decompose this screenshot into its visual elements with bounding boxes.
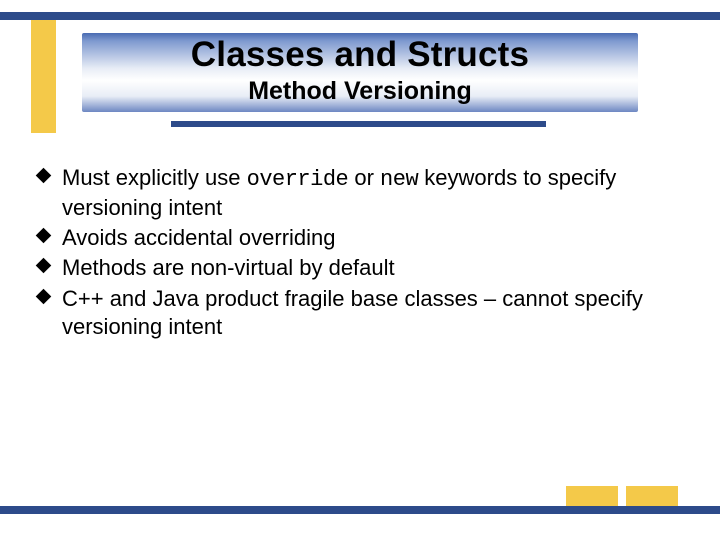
code-keyword-new: new	[380, 167, 418, 192]
diamond-icon	[36, 288, 52, 304]
bullet-text: C++ and Java product fragile base classe…	[62, 286, 643, 339]
slide-subtitle: Method Versioning	[82, 77, 638, 106]
diamond-icon	[36, 168, 52, 184]
diamond-icon	[36, 258, 52, 274]
code-keyword-override: override	[247, 167, 349, 192]
bullet-list: Must explicitly use override or new keyw…	[36, 164, 676, 343]
diamond-icon	[36, 228, 52, 244]
bottom-gold-block-2	[626, 486, 678, 506]
slide: Classes and Structs Method Versioning Mu…	[0, 0, 720, 540]
top-navy-bar	[0, 12, 720, 20]
bullet-text-mid: or	[348, 165, 380, 190]
bottom-navy-bar	[0, 506, 720, 514]
header-band: Classes and Structs Method Versioning	[82, 33, 638, 112]
bullet-item: C++ and Java product fragile base classe…	[36, 285, 676, 341]
slide-title: Classes and Structs	[82, 35, 638, 75]
bullet-text-pre: Must explicitly use	[62, 165, 247, 190]
bullet-text: Methods are non-virtual by default	[62, 255, 395, 280]
header-underline	[171, 121, 546, 127]
bottom-gold-block-1	[566, 486, 618, 506]
bullet-item: Methods are non-virtual by default	[36, 254, 676, 282]
bullet-item: Must explicitly use override or new keyw…	[36, 164, 676, 222]
bullet-item: Avoids accidental overriding	[36, 224, 676, 252]
vertical-gold-bar	[31, 20, 56, 133]
bullet-text: Avoids accidental overriding	[62, 225, 336, 250]
